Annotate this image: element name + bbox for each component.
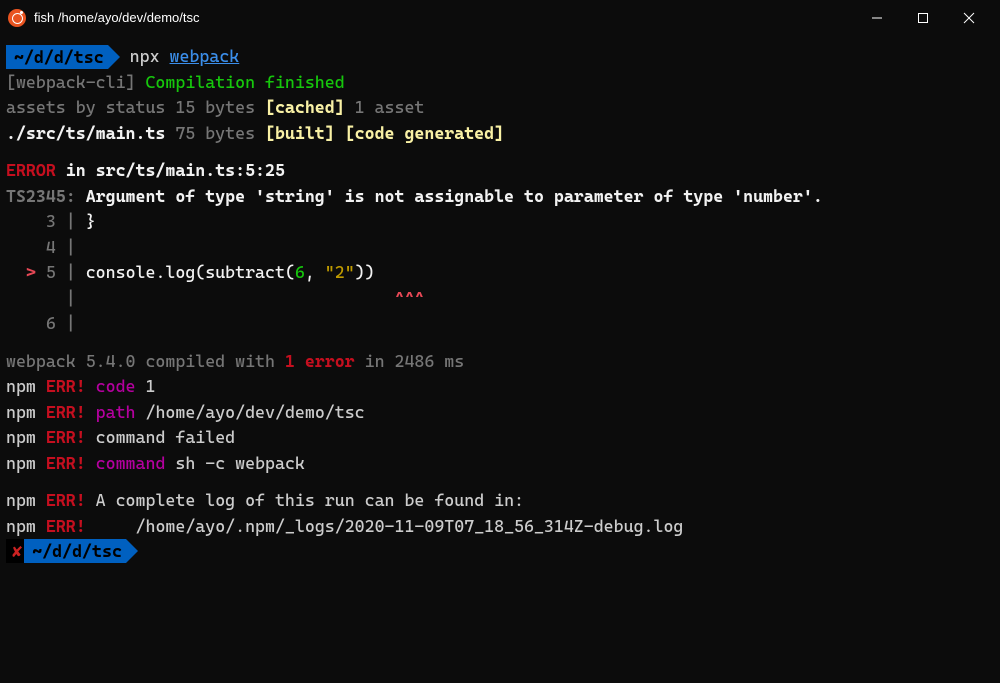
maximize-button[interactable] [900, 2, 946, 34]
ubuntu-icon [8, 9, 26, 27]
code-frame: 3 | } 4 | > 5 | console.log(subtract(6, … [6, 209, 994, 337]
cmd-argument: webpack [170, 46, 240, 66]
error-header: ERROR in src/ts/main.ts:5:25 [6, 158, 994, 184]
prompt-line-1: ~/d/d/tsc npx webpack [6, 44, 994, 70]
command-entered: npx webpack [130, 44, 240, 70]
prompt-line-2: ✘ ~/d/d/tsc [6, 539, 994, 563]
file-line: ./src/ts/main.ts 75 bytes [built] [code … [6, 121, 994, 147]
npm-err-path: npm ERR! path /home/ayo/dev/demo/tsc [6, 400, 994, 426]
cmd-binary: npx [130, 46, 160, 66]
prompt-status-error-icon: ✘ [6, 539, 24, 563]
window-controls [854, 2, 992, 34]
webpack-summary: webpack 5.4.0 compiled with 1 error in 2… [6, 349, 994, 375]
npm-err-code: npm ERR! code 1 [6, 374, 994, 400]
prompt-cwd: ~/d/d/tsc [6, 45, 108, 69]
minimize-button[interactable] [854, 2, 900, 34]
window-title: fish /home/ayo/dev/demo/tsc [34, 8, 199, 28]
webpack-cli-line: [webpack-cli] Compilation finished [6, 70, 994, 96]
close-button[interactable] [946, 2, 992, 34]
assets-line: assets by status 15 bytes [cached] 1 ass… [6, 95, 994, 121]
titlebar: fish /home/ayo/dev/demo/tsc [0, 0, 1000, 36]
npm-err-command: npm ERR! command sh -c webpack [6, 451, 994, 477]
npm-err-log-path: npm ERR! /home/ayo/.npm/_logs/2020-11-09… [6, 514, 994, 540]
terminal-body[interactable]: ~/d/d/tsc npx webpack [webpack-cli] Comp… [0, 36, 1000, 569]
prompt-cwd: ~/d/d/tsc [24, 539, 126, 563]
npm-err-log-msg: npm ERR! A complete log of this run can … [6, 488, 994, 514]
ts-error-msg: TS2345: Argument of type 'string' is not… [6, 184, 994, 210]
npm-err-cmd-failed: npm ERR! command failed [6, 425, 994, 451]
